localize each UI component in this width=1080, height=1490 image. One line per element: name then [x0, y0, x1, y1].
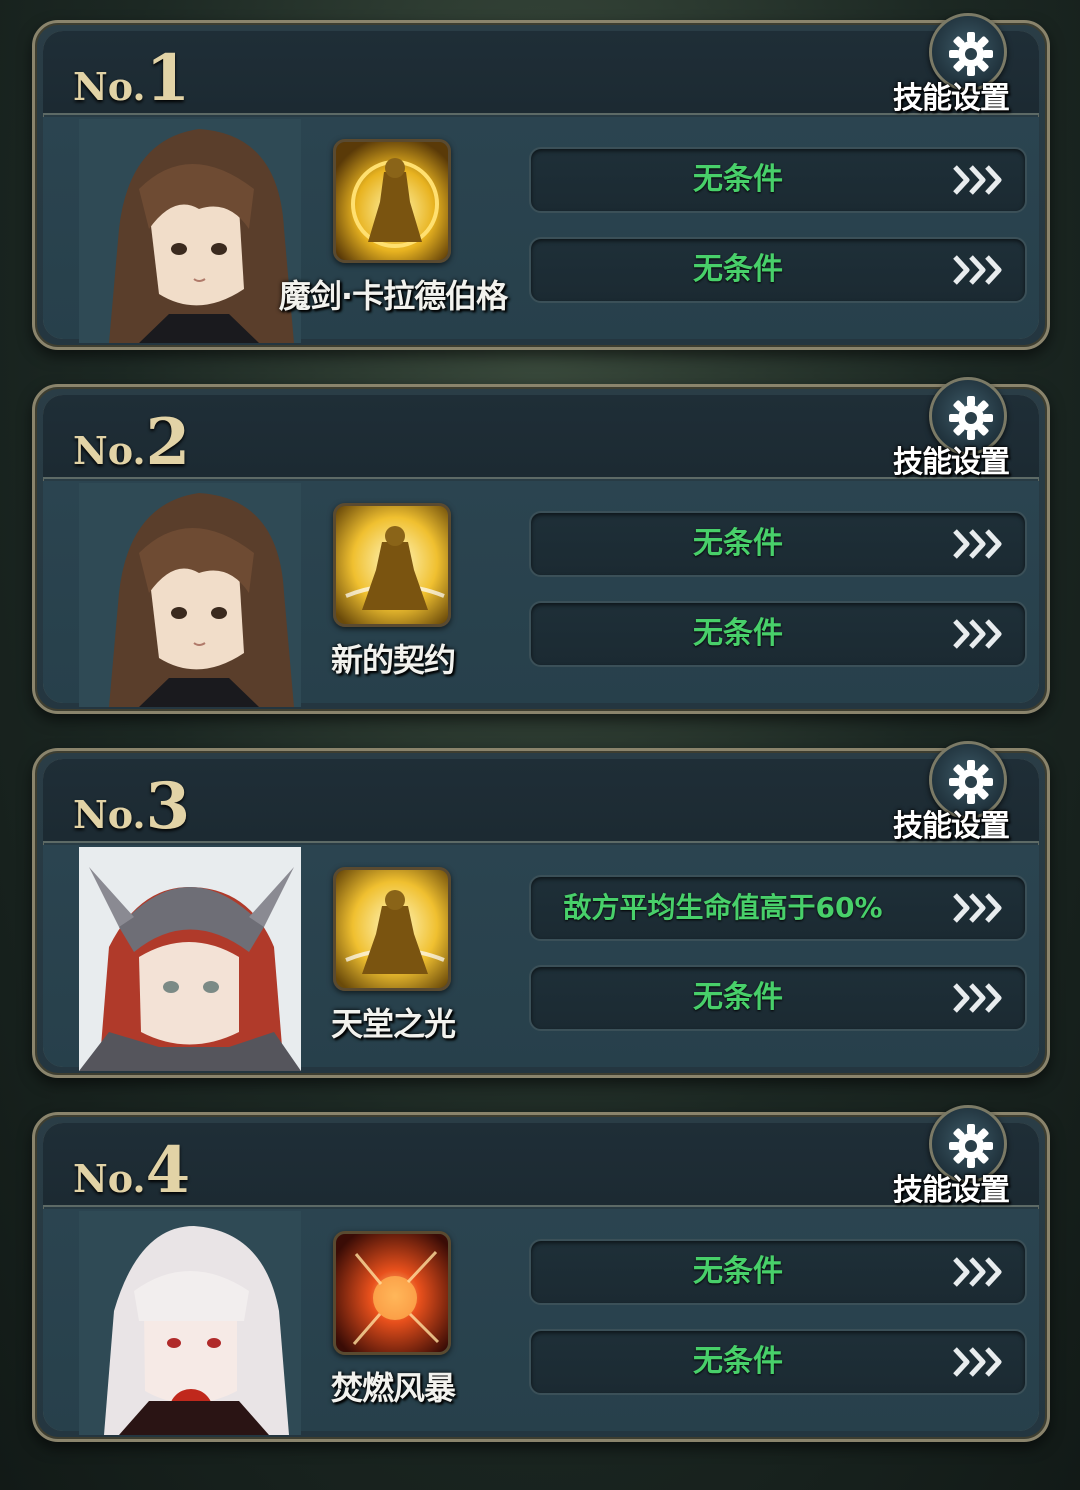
skill-card: No.1 技能设置 魔剑·卡拉德伯格 无条件 无条件: [32, 13, 1050, 350]
condition-slot[interactable]: 无条件: [529, 237, 1027, 303]
skill-settings-button[interactable]: 技能设置: [893, 13, 1021, 116]
golden-knight-skill-icon[interactable]: [333, 867, 451, 991]
golden-knight-skill-icon[interactable]: [333, 503, 451, 627]
card-header: [43, 395, 1039, 479]
condition-text: 无条件: [693, 1254, 783, 1289]
condition-text: 无条件: [693, 1344, 783, 1379]
triple-chevron-icon: [953, 255, 1002, 285]
triple-chevron-icon: [953, 165, 1002, 195]
fire-explosion-skill-icon[interactable]: [333, 1231, 451, 1355]
skill-settings-button[interactable]: 技能设置: [893, 1105, 1021, 1208]
condition-slot[interactable]: 无条件: [529, 965, 1027, 1031]
condition-slot[interactable]: 无条件: [529, 147, 1027, 213]
card-header: [43, 31, 1039, 115]
skill-settings-button[interactable]: 技能设置: [893, 741, 1021, 844]
character-portrait[interactable]: [79, 483, 301, 707]
skill-name: 魔剑·卡拉德伯格: [278, 277, 508, 315]
condition-text: 无条件: [693, 162, 783, 197]
condition-slot[interactable]: 无条件: [529, 1329, 1027, 1395]
condition-slot[interactable]: 无条件: [529, 1239, 1027, 1305]
condition-slot[interactable]: 无条件: [529, 511, 1027, 577]
priority-number: No.4: [73, 1133, 191, 1208]
skill-name: 天堂之光: [330, 1005, 456, 1043]
card-header: [43, 759, 1039, 843]
condition-text: 无条件: [693, 980, 783, 1015]
skill-settings-label: 技能设置: [893, 1173, 1010, 1208]
triple-chevron-icon: [953, 983, 1002, 1013]
triple-chevron-icon: [953, 529, 1002, 559]
skill-name: 焚燃风暴: [330, 1369, 456, 1407]
skill-settings-label: 技能设置: [893, 445, 1010, 480]
triple-chevron-icon: [953, 893, 1002, 923]
priority-number: No.2: [73, 405, 191, 480]
triple-chevron-icon: [953, 1257, 1002, 1287]
skill-card: No.3 技能设置 天堂之光 敌方平均生命值高于60% 无条件: [32, 741, 1050, 1078]
character-portrait[interactable]: [79, 1211, 301, 1435]
triple-chevron-icon: [953, 1347, 1002, 1377]
skill-settings-button[interactable]: 技能设置: [893, 377, 1021, 480]
card-header: [43, 1123, 1039, 1207]
condition-slot[interactable]: 敌方平均生命值高于60%: [529, 875, 1027, 941]
triple-chevron-icon: [953, 619, 1002, 649]
condition-text: 无条件: [693, 526, 783, 561]
golden-knight-skill-icon[interactable]: [333, 139, 451, 263]
condition-text: 敌方平均生命值高于60%: [563, 891, 883, 924]
condition-text: 无条件: [693, 616, 783, 651]
condition-text: 无条件: [693, 252, 783, 287]
skill-settings-label: 技能设置: [893, 809, 1010, 844]
condition-slot[interactable]: 无条件: [529, 601, 1027, 667]
skill-name: 新的契约: [330, 641, 456, 679]
character-portrait[interactable]: [79, 847, 301, 1071]
skill-card: No.2 技能设置 新的契约 无条件 无条件: [32, 377, 1050, 714]
skill-priority-list: No.1 技能设置 魔剑·卡拉德伯格 无条件 无条件 No.2 技能设置 新的契…: [0, 0, 1080, 1490]
character-portrait[interactable]: [79, 119, 301, 343]
priority-number: No.1: [73, 41, 191, 116]
skill-card: No.4 技能设置 焚燃风暴 无条件 无条件: [32, 1105, 1050, 1442]
priority-number: No.3: [73, 769, 191, 844]
skill-settings-label: 技能设置: [893, 81, 1010, 116]
